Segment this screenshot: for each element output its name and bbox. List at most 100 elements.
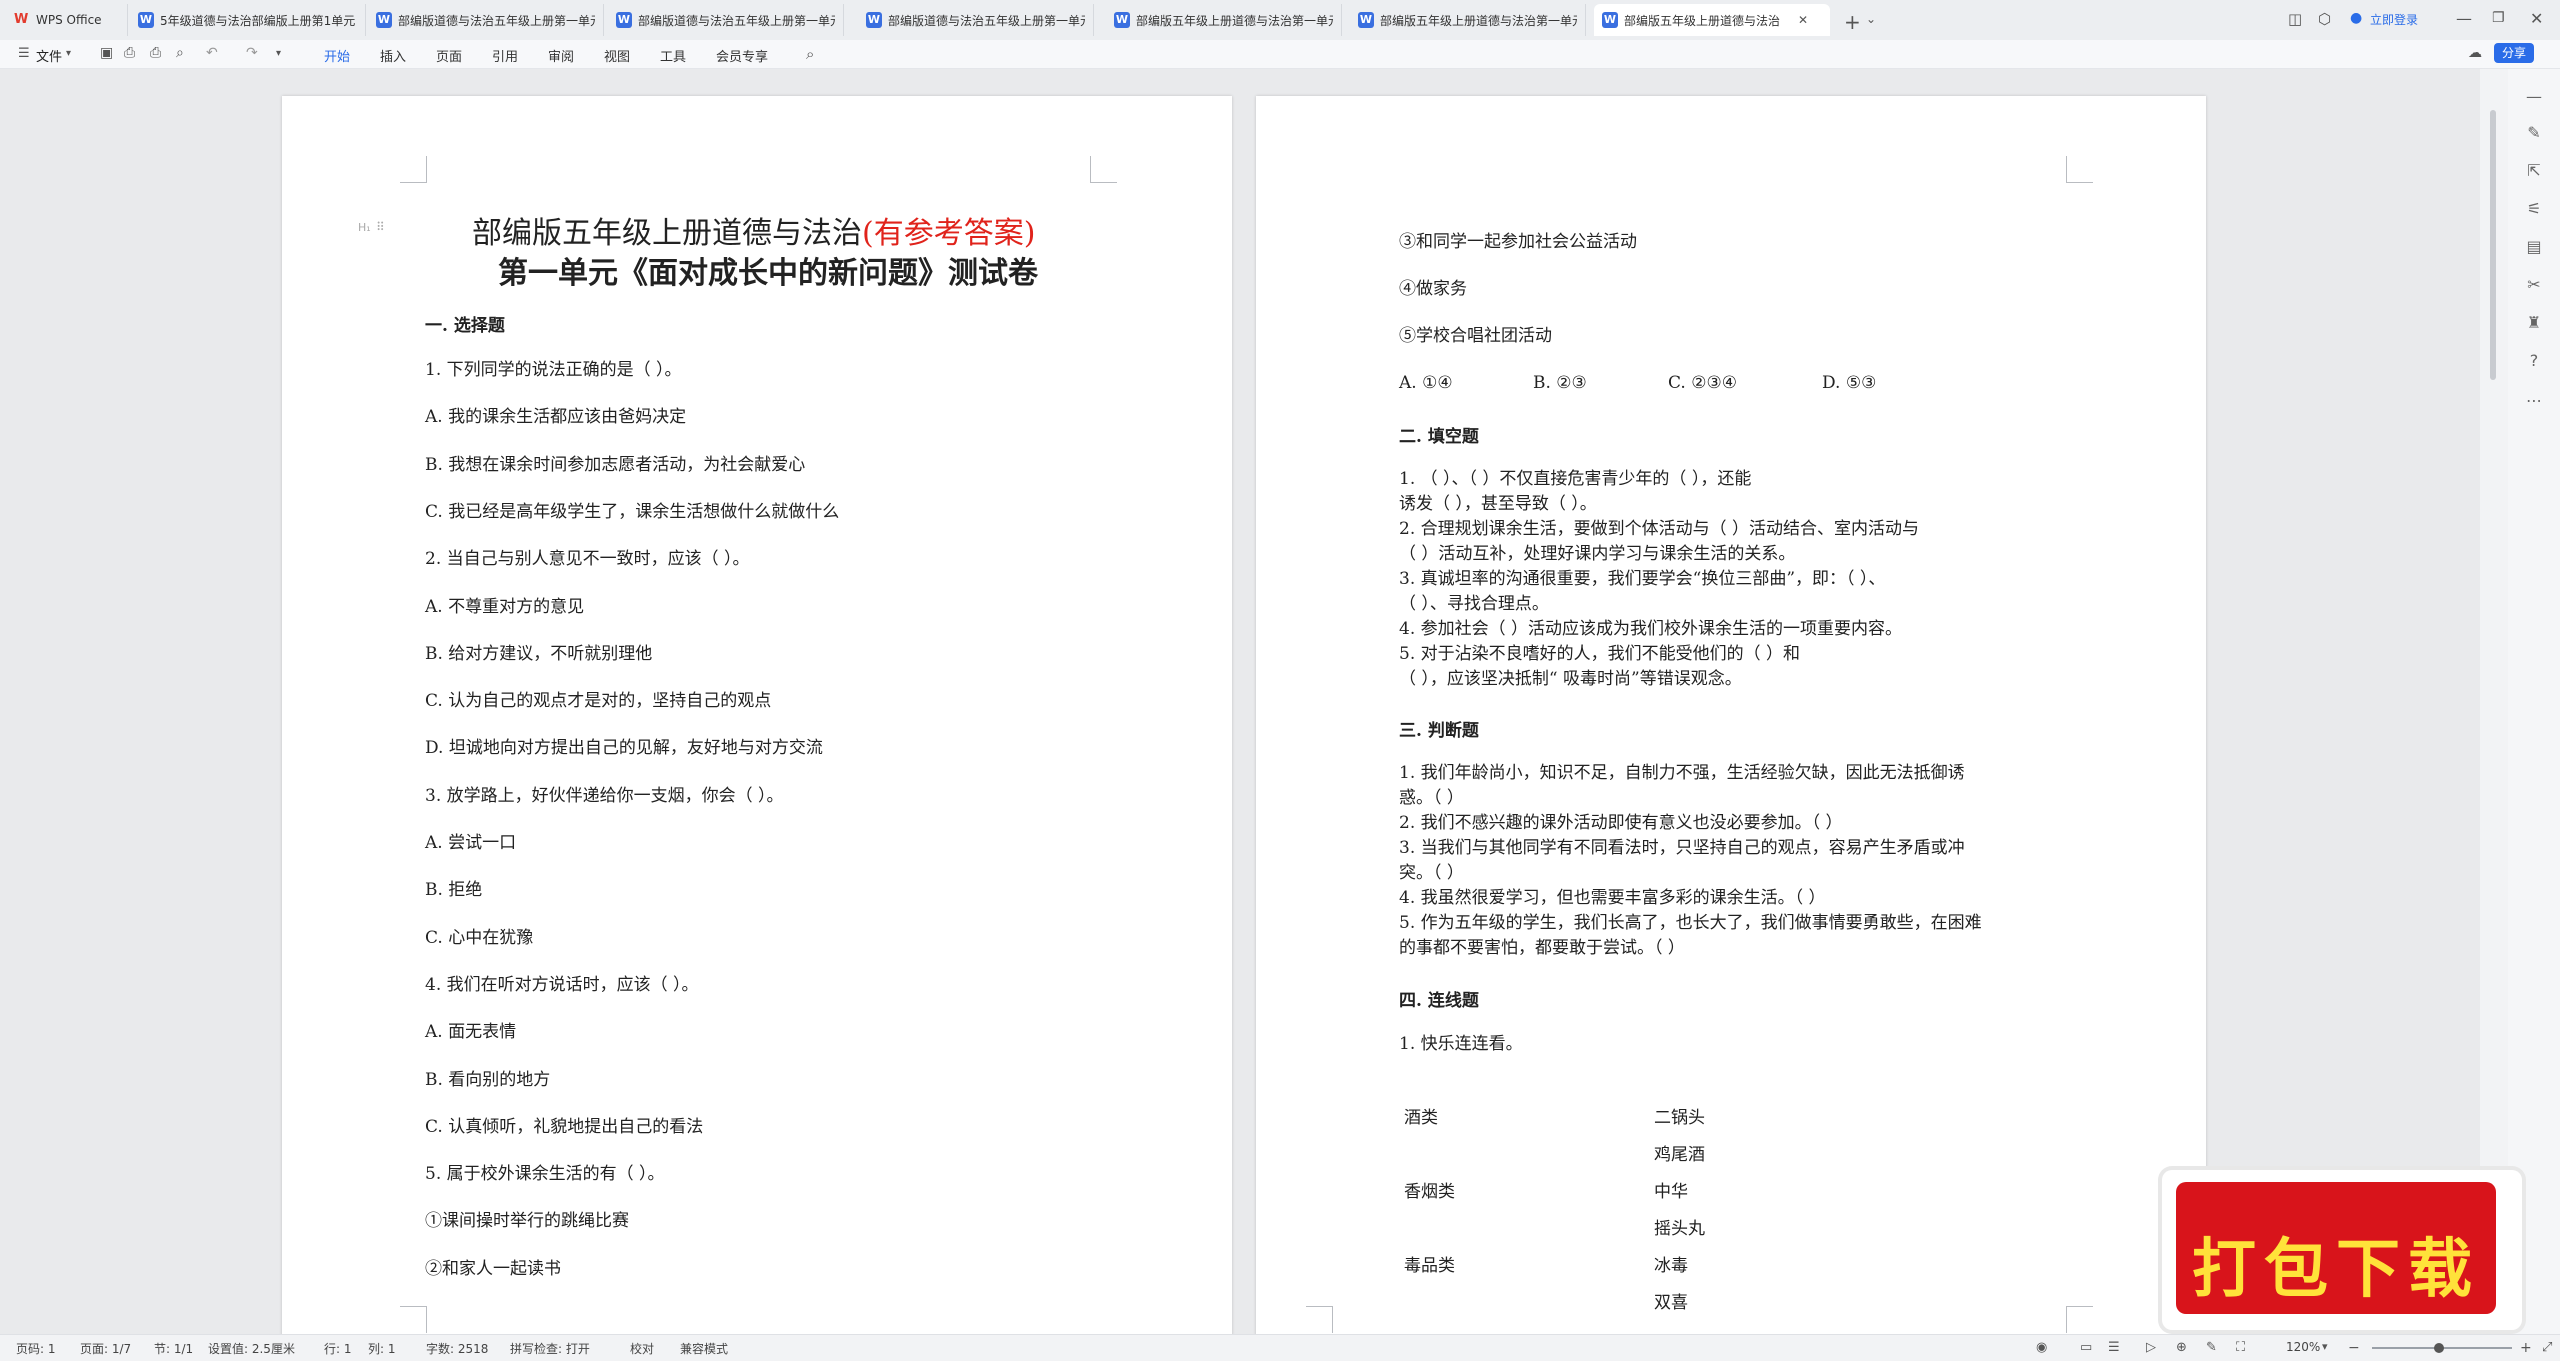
question-line: A. 我的课余生活都应该由爸妈决定 xyxy=(425,407,687,428)
section-heading: 二. 填空题 xyxy=(1399,427,1479,447)
margin-corner xyxy=(2066,156,2093,183)
status-section[interactable]: 节: 1/1 xyxy=(154,1340,193,1357)
list-view-icon[interactable]: ☰ xyxy=(2108,1340,2120,1355)
image-icon[interactable]: ▤ xyxy=(2524,237,2544,257)
zoom-out-icon[interactable]: − xyxy=(2348,1340,2360,1356)
layout-icon[interactable]: ◫ xyxy=(2288,10,2302,28)
word-doc-icon: W xyxy=(1114,12,1130,28)
fill-blank-line: （ ）、寻找合理点。 xyxy=(1399,594,1549,614)
status-setting[interactable]: 设置值: 2.5厘米 xyxy=(208,1340,295,1357)
tab-document[interactable]: W 部编版五年级上册道德与法治第一单元 xyxy=(1350,4,1586,36)
chevron-down-icon[interactable]: ▾ xyxy=(66,48,71,59)
minimize-icon[interactable]: — xyxy=(2456,9,2472,28)
login-link[interactable]: 立即登录 xyxy=(2370,11,2418,28)
chevron-down-icon[interactable]: ▾ xyxy=(2322,1340,2328,1353)
match-category: 香烟类 xyxy=(1404,1182,1455,1202)
option-line: ④做家务 xyxy=(1399,279,1467,299)
question-line: B. 我想在课余时间参加志愿者活动，为社会献爱心 xyxy=(425,454,806,475)
status-proofread[interactable]: 校对 xyxy=(630,1340,654,1357)
vertical-scrollbar[interactable] xyxy=(2490,110,2496,380)
user-avatar-icon[interactable]: ● xyxy=(2350,10,2362,26)
document-workspace[interactable]: H₁ ⠿ 部编版五年级上册道德与法治(有参考答案) 第一单元《面对成长中的新问题… xyxy=(0,69,2480,1336)
collapse-icon[interactable]: — xyxy=(2524,87,2544,107)
save-icon[interactable]: ▣ xyxy=(100,45,113,61)
more-icon[interactable]: ⋯ xyxy=(2524,391,2544,411)
tab-document-active[interactable]: W 部编版五年级上册道德与法治 ✕ xyxy=(1594,4,1830,36)
fit-icon[interactable]: ⛶ xyxy=(2236,1340,2245,1355)
play-icon[interactable]: ▷ xyxy=(2146,1340,2156,1355)
zoom-in-icon[interactable]: + xyxy=(2520,1340,2532,1356)
tab-tools[interactable]: 工具 xyxy=(660,46,686,65)
export-pdf-icon[interactable]: ⎙ xyxy=(124,45,135,61)
chevron-down-icon[interactable]: ⌄ xyxy=(1866,12,1876,26)
margin-corner xyxy=(400,1306,427,1333)
section-heading: 一. 选择题 xyxy=(425,316,505,336)
true-false-line: 突。（ ） xyxy=(1399,863,1464,883)
page-subtitle: 第一单元《面对成长中的新问题》测试卷 xyxy=(498,256,1038,291)
print-preview-icon[interactable]: ⌕ xyxy=(176,45,184,61)
zoom-slider[interactable] xyxy=(2372,1343,2512,1353)
drag-handle-icon[interactable]: ⠿ xyxy=(376,220,385,234)
share-button[interactable]: 分享 xyxy=(2494,43,2535,63)
eye-icon[interactable]: ◉ xyxy=(2036,1340,2047,1355)
status-col[interactable]: 列: 1 xyxy=(368,1340,396,1357)
redo-icon[interactable]: ↷ xyxy=(246,45,258,61)
tab-document[interactable]: W 5年级道德与法治部编版上册第1单元 xyxy=(130,4,366,36)
close-window-icon[interactable]: ✕ xyxy=(2530,9,2543,28)
tab-document[interactable]: W 部编版道德与法治五年级上册第一单元 xyxy=(608,4,844,36)
help-icon[interactable]: ? xyxy=(2524,351,2544,371)
new-tab-plus-icon[interactable]: + xyxy=(1844,10,1861,34)
question-line: ②和家人一起读书 xyxy=(425,1258,561,1279)
undo-icon[interactable]: ↶ xyxy=(206,45,218,61)
match-item: 冰毒 xyxy=(1654,1256,1688,1276)
status-page[interactable]: 页码: 1 xyxy=(16,1340,56,1357)
section-heading: 四. 连线题 xyxy=(1399,991,1479,1011)
tab-references[interactable]: 引用 xyxy=(492,46,518,65)
cube-icon[interactable]: ⬡ xyxy=(2318,10,2331,28)
shirt-icon[interactable]: ♜ xyxy=(2524,313,2544,333)
zoom-slider-thumb[interactable] xyxy=(2434,1343,2444,1353)
heading-marker: H₁ xyxy=(358,221,371,234)
status-pages[interactable]: 页面: 1/7 xyxy=(80,1340,131,1357)
close-icon[interactable]: ✕ xyxy=(1798,13,1808,27)
status-compat: 兼容模式 xyxy=(680,1342,729,1356)
file-menu[interactable]: 文件 xyxy=(36,46,62,65)
question-line: 5. 属于校外课余生活的有（ ）。 xyxy=(425,1164,665,1185)
question-line: B. 看向别的地方 xyxy=(425,1069,551,1090)
tools-icon[interactable]: ✂ xyxy=(2524,275,2544,295)
matching-intro: 1. 快乐连连看。 xyxy=(1399,1034,1523,1054)
download-ad-badge[interactable]: 打包下载 xyxy=(2162,1170,2522,1330)
status-spellcheck[interactable]: 拼写检查: 打开 xyxy=(510,1340,590,1357)
tab-page[interactable]: 页面 xyxy=(436,46,462,65)
tab-insert[interactable]: 插入 xyxy=(380,46,406,65)
search-icon[interactable]: ⌕ xyxy=(806,45,814,63)
chevron-down-icon[interactable]: ▾ xyxy=(276,48,281,59)
tab-member[interactable]: 会员专享 xyxy=(716,46,768,65)
pen-icon[interactable]: ✎ xyxy=(2524,123,2544,143)
tab-home[interactable]: 开始 xyxy=(324,46,351,71)
restore-icon[interactable]: ❐ xyxy=(2492,10,2505,26)
status-word-count[interactable]: 字数: 2518 xyxy=(426,1340,488,1357)
question-line: 1. 下列同学的说法正确的是（ ）。 xyxy=(425,360,682,380)
tab-label: 部编版道德与法治五年级上册第一单元 xyxy=(638,13,835,28)
tab-document[interactable]: W 部编版道德与法治五年级上册第一单元 xyxy=(858,4,1094,36)
tab-view[interactable]: 视图 xyxy=(604,46,630,65)
print-icon[interactable]: ⎙ xyxy=(150,45,161,61)
globe-icon[interactable]: ⊕ xyxy=(2176,1340,2187,1355)
tab-document[interactable]: W 部编版五年级上册道德与法治第一单元 xyxy=(1106,4,1342,36)
zoom-level[interactable]: 120% xyxy=(2286,1340,2320,1354)
word-doc-icon: W xyxy=(138,12,154,28)
question-line: ①课间操时举行的跳绳比赛 xyxy=(425,1211,629,1232)
cloud-icon[interactable]: ☁ xyxy=(2468,45,2482,61)
status-row[interactable]: 行: 1 xyxy=(324,1340,352,1357)
edit-icon[interactable]: ✎ xyxy=(2206,1340,2217,1355)
tab-review[interactable]: 审阅 xyxy=(548,46,574,65)
page-view-icon[interactable]: ▭ xyxy=(2080,1340,2092,1355)
status-bar: 页码: 1 页面: 1/7 节: 1/1 设置值: 2.5厘米 行: 1 列: … xyxy=(0,1334,2560,1361)
fullscreen-icon[interactable]: ⤢ xyxy=(2542,1340,2552,1355)
menu-icon[interactable]: ☰ xyxy=(18,46,30,61)
tab-wps-office[interactable]: W WPS Office xyxy=(6,4,128,36)
settings-sliders-icon[interactable]: ⚟ xyxy=(2524,199,2544,219)
pointer-icon[interactable]: ⇱ xyxy=(2524,161,2544,181)
tab-document[interactable]: W 部编版道德与法治五年级上册第一单元 xyxy=(368,4,604,36)
